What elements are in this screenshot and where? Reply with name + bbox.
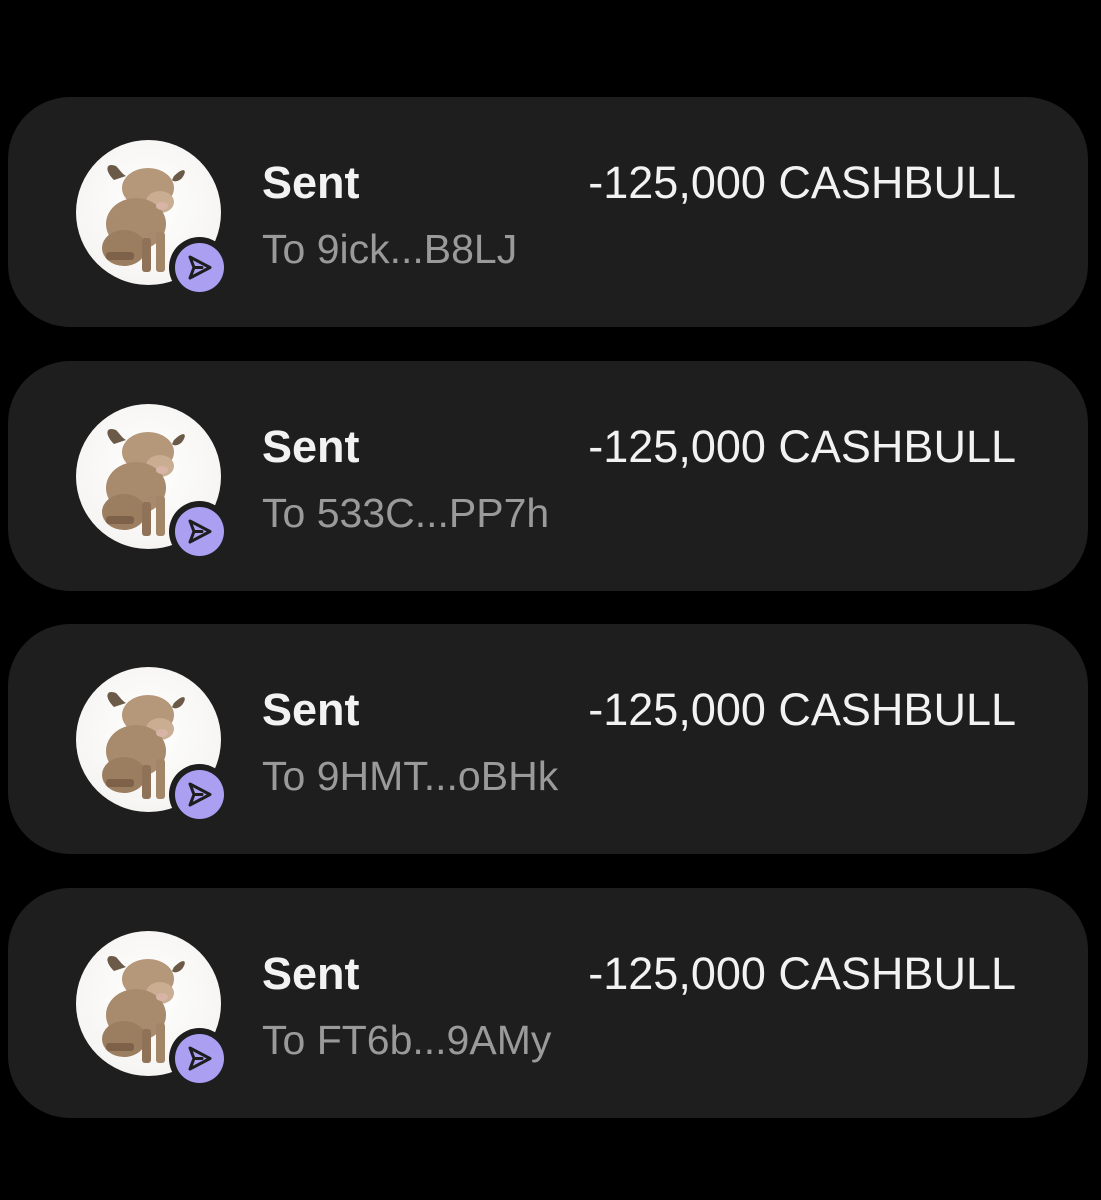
transaction-recipient: To 9HMT...oBHk: [262, 753, 559, 799]
transaction-item[interactable]: Sent -125,000 CASHBULL To 533C...PP7h: [8, 361, 1088, 591]
transaction-amount: -125,000 CASHBULL: [588, 948, 1016, 999]
transaction-item[interactable]: Sent -125,000 CASHBULL To 9HMT...oBHk: [8, 624, 1088, 854]
transaction-amount: -125,000 CASHBULL: [588, 157, 1016, 208]
transaction-type: Sent: [262, 421, 360, 472]
send-status-badge: [169, 1028, 230, 1089]
transaction-recipient: To FT6b...9AMy: [262, 1017, 552, 1063]
transaction-item[interactable]: Sent -125,000 CASHBULL To 9ick...B8LJ: [8, 97, 1088, 327]
transaction-item[interactable]: Sent -125,000 CASHBULL To FT6b...9AMy: [8, 888, 1088, 1118]
transaction-list: Sent -125,000 CASHBULL To 9ick...B8LJ Se…: [0, 0, 1101, 1200]
send-arrow-icon: [188, 782, 212, 807]
send-arrow-icon: [188, 255, 212, 280]
transaction-type: Sent: [262, 948, 360, 999]
send-status-badge: [169, 501, 230, 562]
transaction-amount: -125,000 CASHBULL: [588, 421, 1016, 472]
transaction-recipient: To 9ick...B8LJ: [262, 226, 518, 272]
transaction-type: Sent: [262, 684, 360, 735]
send-arrow-icon: [188, 519, 212, 544]
transaction-type: Sent: [262, 157, 360, 208]
transaction-amount: -125,000 CASHBULL: [588, 684, 1016, 735]
send-status-badge: [169, 237, 230, 298]
send-arrow-icon: [188, 1046, 212, 1071]
transaction-recipient: To 533C...PP7h: [262, 490, 550, 536]
send-status-badge: [169, 764, 230, 825]
